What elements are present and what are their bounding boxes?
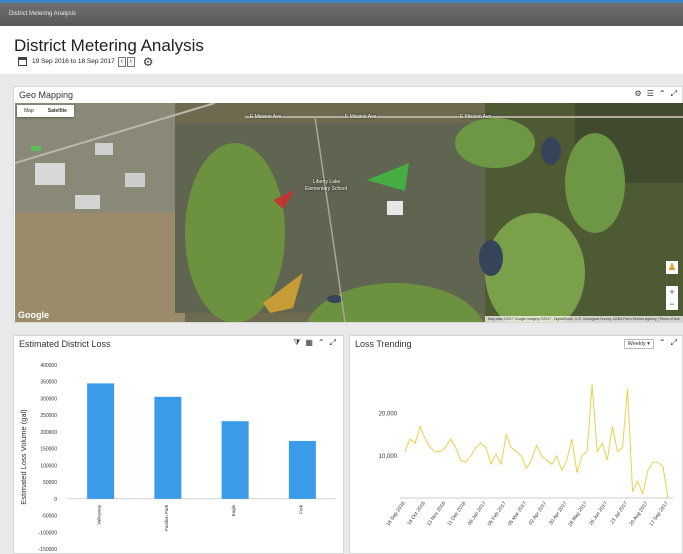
bar xyxy=(221,421,249,499)
bar xyxy=(154,396,182,499)
series-line xyxy=(404,384,669,499)
x-tick-label: 16 Oct 2016 xyxy=(406,501,427,527)
y-tick-label: 50000 xyxy=(43,480,57,486)
list-icon[interactable]: ☰ xyxy=(647,89,654,99)
loss-trend-line-chart: 10,000 20,000 18 Sep 2016 16 Oct 2016 13 Nov… xyxy=(379,384,673,528)
y-tick-label: 150000 xyxy=(40,447,57,453)
y-tick-label: 250000 xyxy=(40,413,57,419)
bar xyxy=(87,383,115,499)
x-tick-label: 18 Sep 2016 xyxy=(385,501,406,528)
x-tick-label: 02 Apr 2017 xyxy=(528,501,549,527)
place-label: Liberty Lake xyxy=(313,179,341,185)
table-icon[interactable]: ▦ xyxy=(305,338,313,348)
y-tick-label: 10,000 xyxy=(379,454,398,460)
collapse-icon[interactable]: ⌃ xyxy=(659,338,666,349)
expand-icon[interactable]: ⤢ xyxy=(671,338,677,349)
y-axis-label: Estimated Loss Volume (gal) xyxy=(19,409,28,505)
x-tick-label: 08 Jan 2017 xyxy=(467,501,488,527)
date-range-row: 19 Sep 2016 to 18 Sep 2017 ‹ › ⚙ xyxy=(18,55,154,68)
map-attribution[interactable]: Map data ©2017 Google Imagery ©2017 , Di… xyxy=(484,316,683,322)
geo-mapping-panel: Geo Mapping ⚙ ☰ ⌃ ⤢ Map Satellite E Miss… xyxy=(13,86,683,323)
loss-trending-panel: Loss Trending Weekly ▾ ⌃ ⤢ 10,000 20,000 1… xyxy=(349,335,683,554)
y-tick-label: -150000 xyxy=(39,547,58,553)
google-logo: Google xyxy=(18,310,49,320)
app-title-bar: District Metering Analysis xyxy=(0,0,683,26)
expand-icon[interactable]: ⤢ xyxy=(671,89,677,99)
street-view-pegman-icon[interactable]: ♟ xyxy=(666,261,678,274)
estimated-district-loss-panel: Estimated District Loss ⧩ ▦ ⌃ ⤢ Estimate… xyxy=(13,335,344,554)
app-title: District Metering Analysis xyxy=(9,11,77,17)
street-label: E Mission Ave xyxy=(250,114,282,120)
page-header: District Metering Analysis 19 Sep 2016 t… xyxy=(0,26,683,74)
map-type-toggle: Map Satellite xyxy=(17,105,74,117)
panel-title: Estimated District Loss xyxy=(19,339,111,349)
calendar-icon[interactable] xyxy=(18,57,27,66)
zoom-in-button[interactable]: + xyxy=(666,286,678,298)
street-label: E Mission Ave xyxy=(460,114,492,120)
y-tick-label: 400000 xyxy=(40,363,57,369)
street-label: E Mission Ave xyxy=(345,114,377,120)
x-tick-label: Valleyway xyxy=(97,504,102,525)
panel-toolbar: ⧩ ▦ ⌃ ⤢ xyxy=(293,338,336,348)
x-tick-label: Pavilion Park xyxy=(164,504,169,531)
map-type-map-button[interactable]: Map xyxy=(17,105,41,117)
y-tick-label: 300000 xyxy=(40,396,57,402)
y-tick-label: 350000 xyxy=(40,380,57,386)
gear-icon[interactable]: ⚙ xyxy=(635,89,642,99)
y-tick-label: 100000 xyxy=(40,463,57,469)
x-tick-label: 13 Nov 2016 xyxy=(426,501,447,528)
loss-bar-chart: Estimated Loss Volume (gal) 400000 350000 3… xyxy=(19,363,336,553)
bar xyxy=(288,440,316,499)
panel-title: Geo Mapping xyxy=(19,90,74,100)
x-tick-label: 05 Mar 2017 xyxy=(507,501,528,528)
date-range[interactable]: 19 Sep 2016 to 18 Sep 2017 xyxy=(32,58,115,65)
x-tick-label: Fork xyxy=(298,504,303,514)
x-tick-label: 23 Jul 2017 xyxy=(609,501,629,526)
zoom-out-button[interactable]: − xyxy=(666,298,678,310)
x-tick-label: Eagle xyxy=(231,504,236,516)
expand-icon[interactable]: ⤢ xyxy=(330,338,336,348)
settings-gear-icon[interactable]: ⚙ xyxy=(143,56,154,68)
filter-icon[interactable]: ⧩ xyxy=(293,338,300,348)
x-tick-label: 20 Aug 2017 xyxy=(628,501,649,528)
collapse-icon[interactable]: ⌃ xyxy=(659,89,666,99)
interval-dropdown[interactable]: Weekly ▾ xyxy=(623,339,654,349)
y-tick-label: 200000 xyxy=(40,430,57,436)
y-tick-label: 0 xyxy=(54,497,57,503)
x-tick-label: 17 Sep 2017 xyxy=(648,501,669,528)
panel-toolbar: Weekly ▾ ⌃ ⤢ xyxy=(623,338,677,349)
previous-period-button[interactable]: ‹ xyxy=(117,56,126,67)
x-tick-label: 28 May 2017 xyxy=(567,501,589,528)
place-label: Elementary School xyxy=(305,186,347,192)
satellite-map[interactable]: Map Satellite E Mission Ave E Mission Av… xyxy=(15,103,683,322)
y-tick-label: -50000 xyxy=(41,514,57,520)
panel-toolbar: ⚙ ☰ ⌃ ⤢ xyxy=(635,89,677,99)
x-tick-label: 30 Apr 2017 xyxy=(548,501,569,527)
zoom-control: + − xyxy=(666,286,678,310)
y-tick-label: -100000 xyxy=(39,530,58,536)
map-type-satellite-button[interactable]: Satellite xyxy=(41,105,74,117)
x-tick-label: 25 Jun 2017 xyxy=(588,501,609,527)
x-tick-label: 11 Dec 2016 xyxy=(446,501,467,528)
panel-title: Loss Trending xyxy=(355,339,412,349)
collapse-icon[interactable]: ⌃ xyxy=(318,338,325,348)
next-period-button[interactable]: › xyxy=(126,56,135,67)
page-title: District Metering Analysis xyxy=(14,36,204,55)
y-tick-label: 20,000 xyxy=(379,412,398,418)
x-tick-label: 05 Feb 2017 xyxy=(487,501,508,528)
map-imagery xyxy=(15,103,683,322)
